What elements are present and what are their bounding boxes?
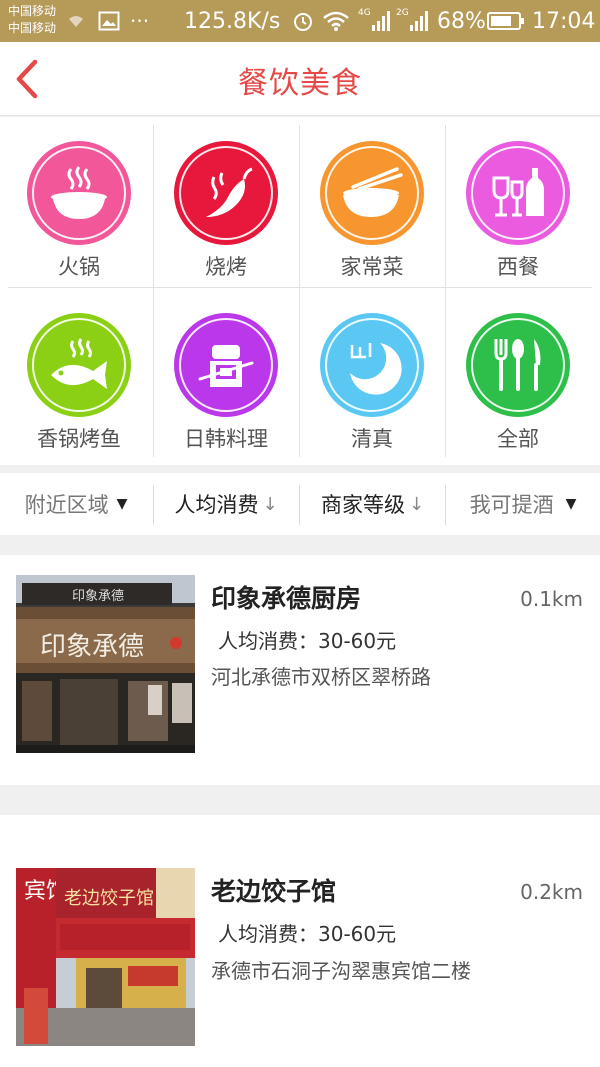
app-header: 餐饮美食 [0,42,600,116]
page-title: 餐饮美食 [238,66,362,101]
restaurant-price: 人均消费：30-60元 [218,629,397,653]
filter-label: 人均消费 [174,493,259,517]
battery-icon [487,0,525,42]
category-icon-circle [320,313,424,417]
category-home-cooking[interactable]: 家常菜 [299,121,445,289]
restaurant-address: 承德市石洞子沟翠惠宾馆二楼 [211,959,471,983]
signal-icon-4g: 4G [358,0,391,42]
restaurant-distance: 0.1km [520,587,583,611]
filter-merchant-level[interactable]: 商家等级 ↓ [300,473,445,535]
category-label: 火锅 [58,255,100,279]
category-label: 香锅烤鱼 [37,427,121,451]
category-label: 清真 [351,427,393,451]
category-western[interactable]: 西餐 [445,121,591,289]
restaurant-price: 人均消费：30-60元 [218,922,397,946]
filter-byob[interactable]: 我可提酒 ▼ [446,473,600,535]
icon-ring [32,146,126,240]
restaurant-distance: 0.2km [520,880,583,904]
category-icon-circle [27,141,131,245]
alarm-icon [292,0,314,42]
status-bar: 中国移动 中国移动 ··· 125.8K/s 4G 2G 68% 17:04 [0,0,600,42]
image-icon [98,0,120,42]
icon-ring [179,146,273,240]
category-hotpot[interactable]: 火锅 [6,121,152,289]
svg-text:印象承德: 印象承德 [40,632,144,662]
filter-bar: 附近区域 ▼ 人均消费 ↓ 商家等级 ↓ 我可提酒 ▼ [0,473,600,535]
icon-ring [471,318,565,412]
category-label: 日韩料理 [184,427,268,451]
restaurant-photo: 印象承德 印象承德 [16,575,195,753]
icon-ring [32,318,126,412]
category-bbq[interactable]: 烧烤 [153,121,299,289]
filter-nearby-area[interactable]: 附近区域 ▼ [0,473,152,535]
category-icon-circle [174,141,278,245]
category-japanese-korean[interactable]: 日韩料理 [153,293,299,461]
battery-percent: 68% [437,8,486,34]
filter-label: 我可提酒 [469,493,554,517]
dropdown-arrow-icon: ▼ [565,496,577,512]
icon-ring [471,146,565,240]
restaurant-name: 印象承德厨房 [211,584,362,613]
category-all[interactable]: 全部 [445,293,591,461]
category-icon-circle [466,313,570,417]
sort-arrow-icon: ↓ [262,493,278,515]
category-icon-circle [320,141,424,245]
category-icon-circle [466,141,570,245]
wifi-question-icon [68,0,84,42]
net-speed: 125.8K/s [184,8,281,34]
svg-text:老边饺子馆: 老边饺子馆 [64,888,154,909]
icon-ring [325,318,419,412]
svg-text:印象承德: 印象承德 [72,589,124,604]
icon-ring [179,318,273,412]
restaurant-photo: 宾馆 老边饺子馆 [16,868,195,1046]
signal-icon-2g: 2G [396,0,429,42]
category-icon-circle [174,313,278,417]
carrier-labels: 中国移动 中国移动 [8,3,56,37]
carrier-2: 中国移动 [8,21,57,35]
category-halal[interactable]: 清真 [299,293,445,461]
dropdown-arrow-icon: ▼ [116,496,128,512]
carrier-1: 中国移动 [8,4,57,18]
restaurant-name: 老边饺子馆 [211,877,337,906]
icon-ring [325,146,419,240]
filter-label: 附近区域 [24,493,109,517]
category-label: 全部 [497,427,539,451]
category-grid: 火锅 烧烤 家常菜 西餐 香锅烤鱼 日韩料理 清真 全部 [0,117,600,465]
restaurant-address: 河北承德市双桥区翠桥路 [211,665,431,689]
category-icon-circle [27,313,131,417]
sort-arrow-icon: ↓ [408,493,425,515]
category-label: 烧烤 [205,255,247,279]
category-fish[interactable]: 香锅烤鱼 [6,293,152,461]
category-label: 西餐 [497,255,539,279]
restaurant-card[interactable]: 印象承德 印象承德 印象承德厨房 0.1km 人均消费：30-60元 河北承德市… [0,555,600,785]
wifi-icon [322,0,350,42]
category-label: 家常菜 [340,255,404,279]
filter-label: 商家等级 [320,493,405,517]
more-icon: ··· [130,9,150,33]
clock-time: 17:04 [532,8,596,34]
filter-avg-spend[interactable]: 人均消费 ↓ [154,473,298,535]
restaurant-card[interactable]: 宾馆 老边饺子馆 老边饺子馆 0.2km 人均消费：30-60元 承德市石洞子沟… [0,815,600,1067]
